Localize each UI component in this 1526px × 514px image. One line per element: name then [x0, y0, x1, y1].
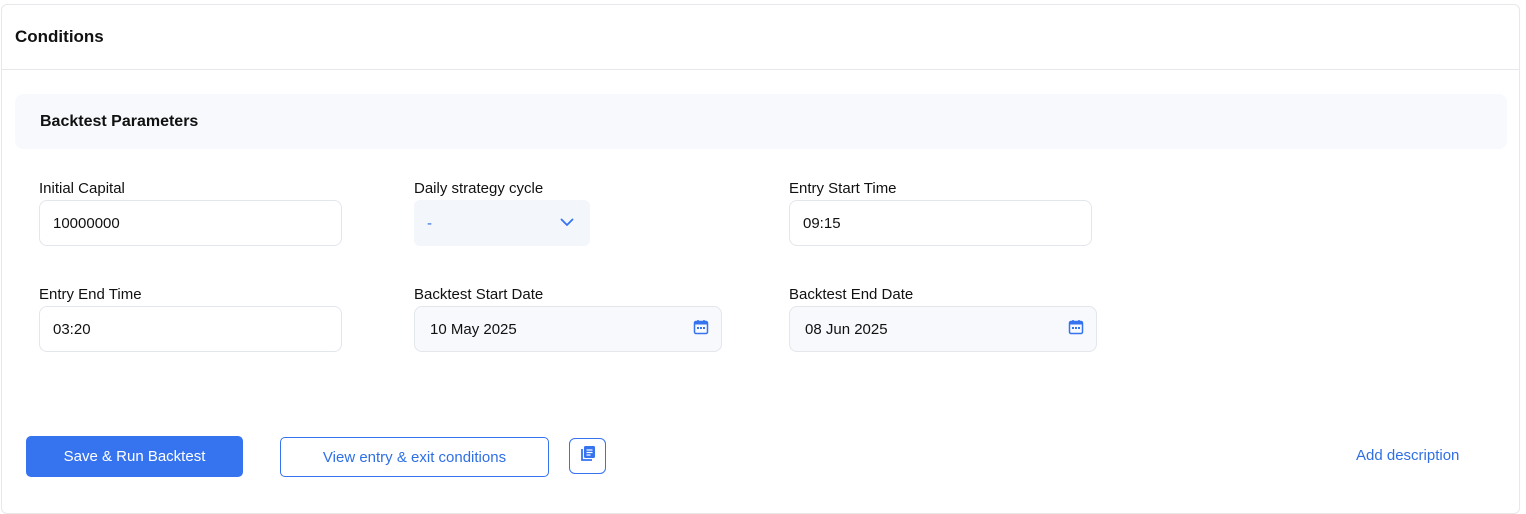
calendar-icon[interactable] — [1068, 319, 1084, 340]
backtest-end-date-picker[interactable]: 08 Jun 2025 — [789, 306, 1097, 352]
save-run-backtest-button[interactable]: Save & Run Backtest — [26, 436, 243, 477]
daily-cycle-field: Daily strategy cycle - — [414, 180, 590, 246]
panel-title: Conditions — [15, 27, 104, 46]
backtest-start-field: Backtest Start Date 10 May 2025 — [414, 286, 722, 352]
entry-end-field: Entry End Time — [39, 286, 342, 352]
section-title: Backtest Parameters — [40, 112, 199, 130]
initial-capital-field: Initial Capital — [39, 180, 342, 246]
entry-start-label: Entry Start Time — [789, 180, 897, 197]
add-description-link[interactable]: Add description — [1356, 447, 1459, 464]
daily-cycle-value: - — [427, 214, 432, 232]
copy-icon — [580, 445, 596, 467]
entry-end-input[interactable] — [39, 306, 342, 352]
entry-start-input[interactable] — [789, 200, 1092, 246]
copy-button[interactable] — [569, 438, 606, 474]
entry-start-field: Entry Start Time — [789, 180, 1092, 246]
backtest-start-value: 10 May 2025 — [430, 320, 517, 338]
backtest-start-label: Backtest Start Date — [414, 286, 544, 303]
backtest-start-date-picker[interactable]: 10 May 2025 — [414, 306, 722, 352]
calendar-icon[interactable] — [693, 319, 709, 340]
view-entry-exit-conditions-button[interactable]: View entry & exit conditions — [280, 437, 549, 477]
backtest-end-field: Backtest End Date 08 Jun 2025 — [789, 286, 1097, 352]
daily-cycle-select[interactable]: - — [414, 200, 590, 246]
initial-capital-input[interactable] — [39, 200, 342, 246]
entry-end-label: Entry End Time — [39, 286, 142, 303]
initial-capital-label: Initial Capital — [39, 180, 125, 197]
chevron-down-icon — [560, 214, 574, 232]
section-header: Backtest Parameters — [15, 94, 1507, 149]
backtest-end-value: 08 Jun 2025 — [805, 320, 888, 338]
backtest-end-label: Backtest End Date — [789, 286, 914, 303]
daily-cycle-label: Daily strategy cycle — [414, 180, 544, 197]
panel-header: Conditions — [2, 5, 1519, 70]
